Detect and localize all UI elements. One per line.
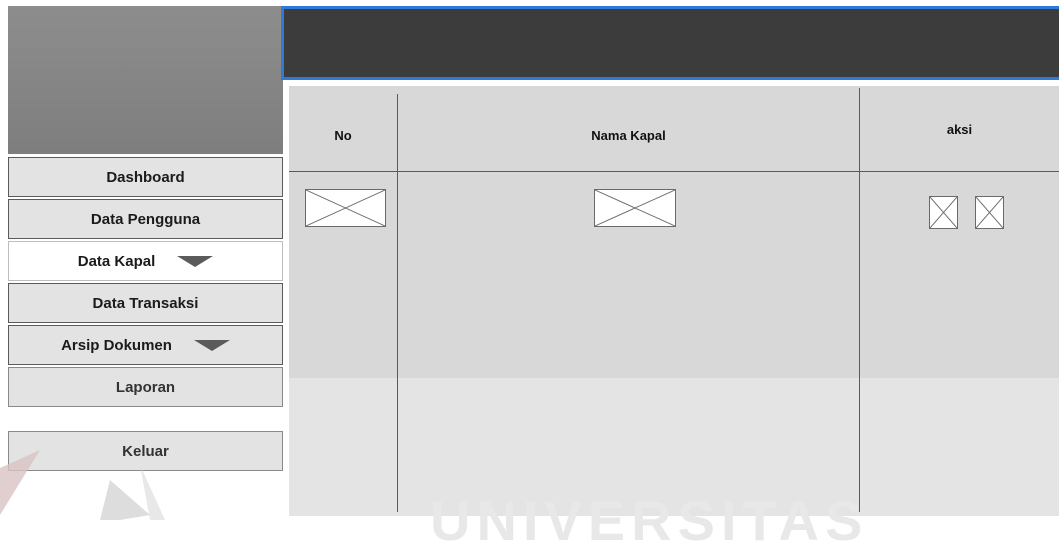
watermark-text: UNIVERSITAS bbox=[430, 489, 869, 552]
watermark-logo-icon bbox=[0, 450, 165, 520]
triangle-down-icon[interactable] bbox=[193, 339, 230, 351]
sidebar-item-arsip-dokumen[interactable]: Arsip Dokumen bbox=[8, 325, 283, 365]
sidebar-item-label: Data Transaksi bbox=[92, 294, 199, 312]
column-header-aksi: aksi bbox=[946, 122, 973, 137]
edit-action-icon[interactable] bbox=[929, 196, 958, 229]
sidebar-item-data-transaksi[interactable]: Data Transaksi bbox=[8, 283, 283, 323]
sidebar-item-label: Data Kapal bbox=[77, 252, 156, 270]
sidebar-item-data-pengguna[interactable]: Data Pengguna bbox=[8, 199, 283, 239]
sidebar-item-dashboard[interactable]: Dashboard bbox=[8, 157, 283, 197]
sidebar-item-label: Dashboard bbox=[106, 168, 185, 186]
column-divider bbox=[397, 94, 398, 512]
sidebar-item-data-kapal[interactable]: Data Kapal bbox=[8, 241, 283, 281]
sidebar-item-label: Data Pengguna bbox=[90, 210, 201, 228]
column-header-nama-kapal: Nama Kapal bbox=[591, 128, 666, 143]
sidebar-item-label: Laporan bbox=[115, 378, 176, 396]
image-placeholder-icon bbox=[594, 189, 676, 227]
sidebar-item-laporan[interactable]: Laporan bbox=[8, 367, 283, 407]
image-placeholder-icon bbox=[305, 189, 386, 227]
triangle-down-icon[interactable] bbox=[177, 255, 214, 267]
sidebar-item-label: Arsip Dokumen bbox=[61, 336, 172, 354]
column-divider bbox=[859, 88, 860, 512]
header-row-divider bbox=[289, 171, 1059, 172]
header-bar bbox=[281, 6, 1059, 80]
column-header-no: No bbox=[334, 128, 352, 143]
sidebar-logo-area bbox=[8, 6, 283, 154]
delete-action-icon[interactable] bbox=[975, 196, 1004, 229]
